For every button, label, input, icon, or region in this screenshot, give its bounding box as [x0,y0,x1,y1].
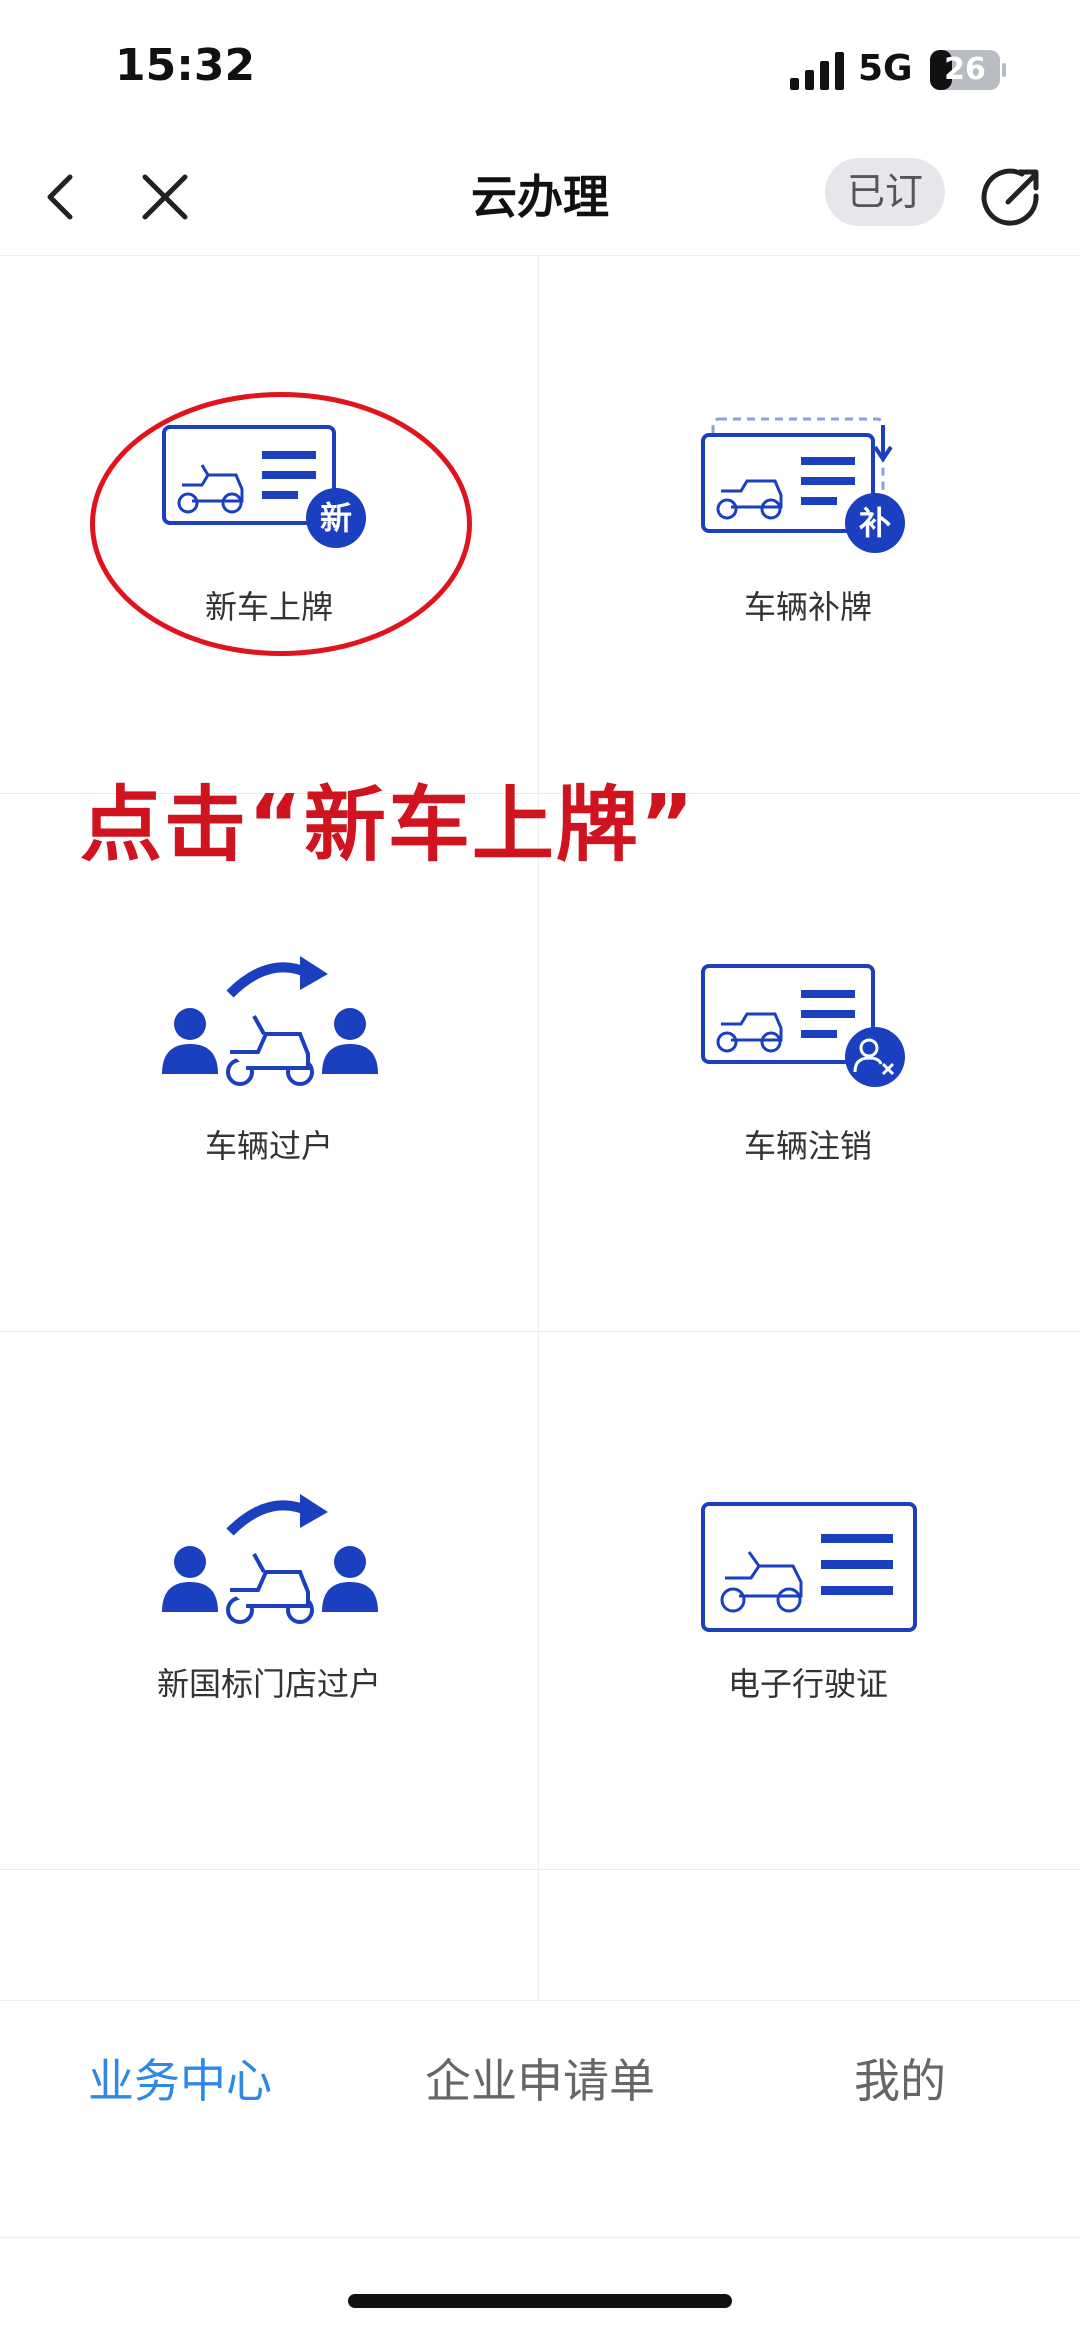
signal-icon [790,52,844,90]
tile-label: 车辆注销 [743,1127,872,1165]
badge-replace: 补 [859,504,891,542]
status-bar: 15:32 5G 26 [0,0,1080,140]
instruction-annotation: 点击“新车上牌” [80,778,696,873]
transfer-icon [162,1494,378,1624]
license-replace-icon: 补 [701,417,905,553]
bottom-tab-bar: 业务中心 企业申请单 我的 [0,2000,1080,2241]
battery-level: 26 [944,52,986,87]
highlight-ellipse [90,392,472,656]
tile-store-transfer[interactable]: 新国标门店过户 [0,1332,538,1870]
license-cancel-icon [701,964,905,1087]
tile-label: 车辆过户 [204,1127,333,1165]
network-type: 5G [858,48,913,89]
tile-label: 电子行驶证 [727,1665,888,1703]
tab-enterprise-applications[interactable]: 企业申请单 [400,2021,680,2141]
divider [0,2237,1080,2238]
nav-bar: 云办理 已订 [0,140,1080,256]
share-icon[interactable] [978,160,1044,232]
tab-mine[interactable]: 我的 [760,2021,1040,2141]
page-title: 云办理 [471,170,609,224]
tile-e-driving-license[interactable]: 电子行驶证 [539,1332,1077,1870]
status-time: 15:32 [115,40,256,91]
close-icon[interactable] [135,162,195,232]
tile-label: 车辆补牌 [743,588,872,626]
back-icon[interactable] [30,162,90,232]
subscribed-button[interactable]: 已订 [825,158,945,226]
tab-business-center[interactable]: 业务中心 [40,2021,320,2141]
e-license-icon [701,1502,917,1632]
tile-label: 新国标门店过户 [156,1665,381,1703]
tile-plate-replacement[interactable]: 补 车辆补牌 [539,255,1077,793]
home-indicator[interactable] [348,2294,732,2308]
battery-icon: 26 [930,50,1006,90]
transfer-icon [162,956,378,1086]
